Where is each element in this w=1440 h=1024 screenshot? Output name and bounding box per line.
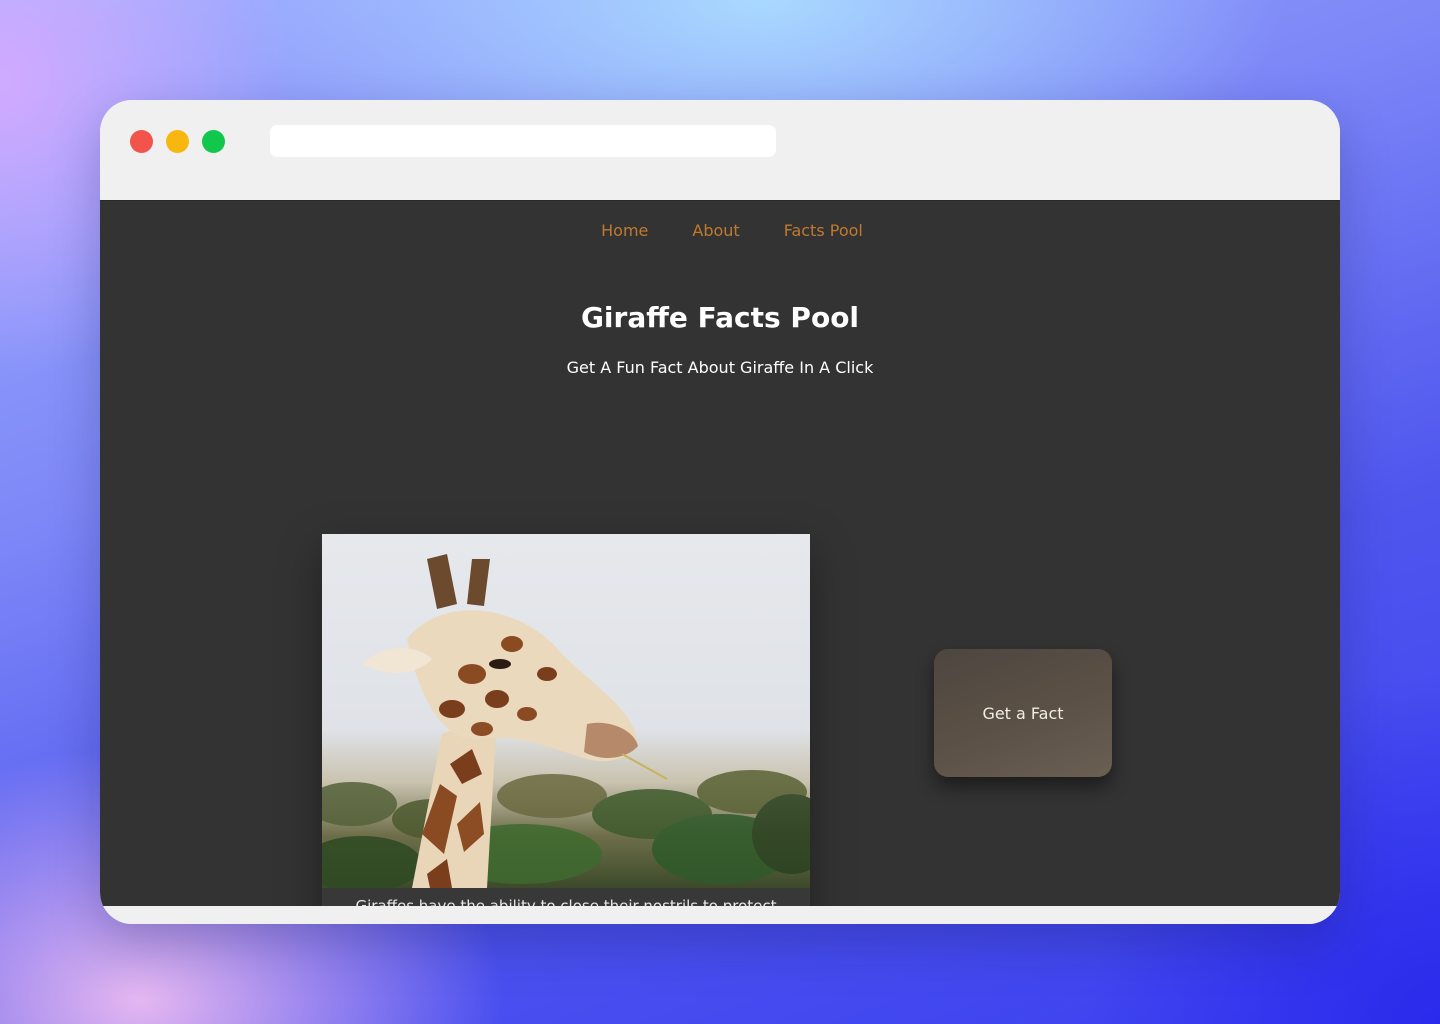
page-title: Giraffe Facts Pool [580, 301, 860, 334]
address-bar[interactable] [270, 125, 776, 157]
main-nav: Home About Facts Pool [100, 221, 1340, 240]
nav-home-link[interactable]: Home [601, 221, 648, 240]
giraffe-photo [322, 534, 810, 888]
nav-about-link[interactable]: About [692, 221, 739, 240]
minimize-window-button[interactable] [166, 130, 189, 153]
browser-titlebar [100, 100, 1340, 200]
close-window-button[interactable] [130, 130, 153, 153]
page-content: Home About Facts Pool Giraffe Facts Pool… [100, 200, 1340, 924]
page-subtitle: Get A Fun Fact About Giraffe In A Click [566, 358, 874, 377]
get-fact-button[interactable]: Get a Fact [934, 649, 1112, 777]
maximize-window-button[interactable] [202, 130, 225, 153]
nav-facts-pool-link[interactable]: Facts Pool [784, 221, 863, 240]
browser-window: Home About Facts Pool Giraffe Facts Pool… [100, 100, 1340, 924]
browser-bottom-bar [100, 906, 1340, 924]
fact-card: Giraffes have the ability to close their… [322, 534, 810, 924]
